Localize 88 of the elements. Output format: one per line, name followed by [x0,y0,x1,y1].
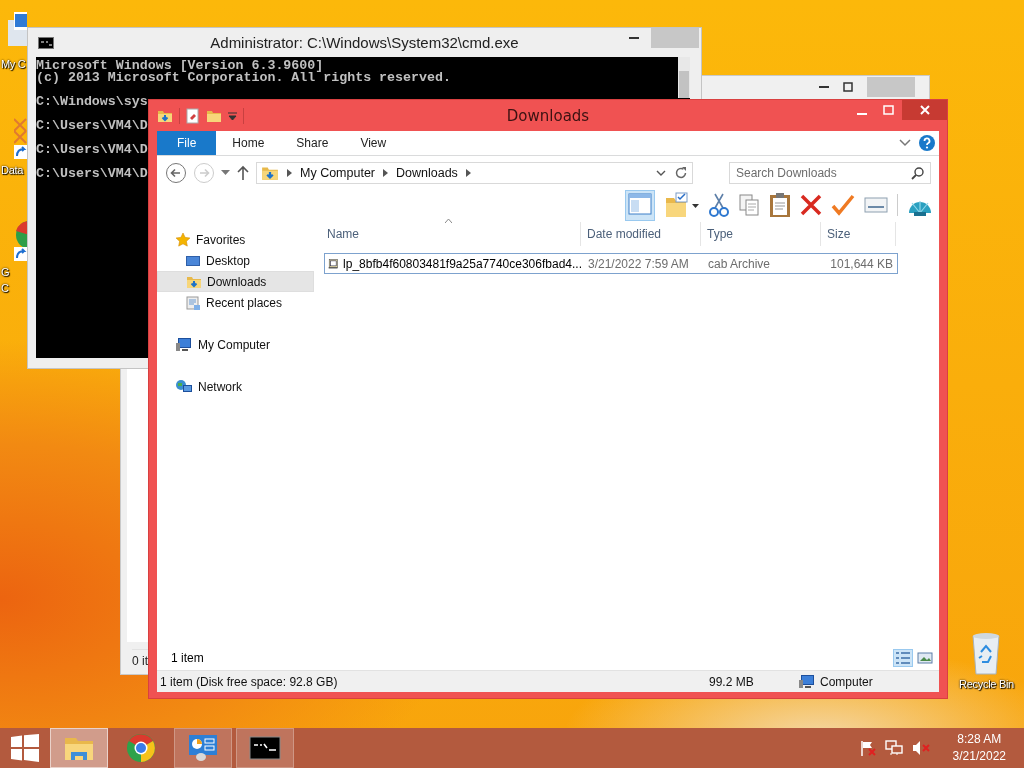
ribbon-tab[interactable]: View [344,131,403,155]
status-text: 99.2 MB [708,674,755,689]
nav-item[interactable]: Favorites [157,229,314,250]
maximize-icon [883,105,894,115]
console-line: C:\Users\VM4\D [36,142,148,157]
scrollbar[interactable] [678,57,690,98]
properties-icon [186,107,200,124]
window-title: Downloads [506,106,590,125]
chrome-icon [126,733,156,763]
desktop-icon-label: Recycle Bin [958,677,1014,692]
network-icon[interactable] [884,740,903,756]
ribbon-tab[interactable]: Share [280,131,345,155]
back-icon[interactable] [165,162,187,184]
status-text: Computer [820,674,873,689]
control-panel-icon [187,733,219,763]
minimize-icon [819,86,829,88]
file-name: lp_8bfb4f60803481f9a25a7740ce306fbad4... [343,256,582,271]
caret-icon[interactable] [221,170,230,176]
file-row[interactable]: lp_8bfb4f60803481f9a25a7740ce306fbad4... 3/21/2022 7:59 AM cab Archive 101,644 KB [324,253,898,274]
preview-pane-button[interactable] [625,189,655,221]
folder-check-icon[interactable] [664,192,700,218]
console-line: C:\Windows\sys [36,94,148,109]
chevron-down-icon[interactable] [899,139,911,147]
windows-logo-icon[interactable] [11,734,39,762]
desktop-icon-label: My C [0,57,26,72]
column-header[interactable]: Name [324,222,581,246]
desktop-icon-label: Data [0,163,24,178]
chevron-right-icon[interactable] [383,169,389,177]
clipboard-icon[interactable] [769,192,791,218]
help-icon[interactable] [919,135,935,151]
desktop-icon-label: G [0,265,10,280]
caret-icon[interactable] [228,111,237,120]
scissors-icon[interactable] [709,192,729,218]
speaker-muted-icon[interactable] [911,740,930,756]
maximize-icon [843,82,853,92]
minimize-icon [856,113,867,115]
computer-icon [175,336,193,353]
details-view-button[interactable] [893,649,913,667]
minimize-icon [629,37,639,39]
table-cell-text: 3/21/2022 7:59 AM [587,256,690,271]
console-line: C:\Users\VM4\D [36,118,148,133]
search-field[interactable]: Search Downloads [729,162,931,184]
computer-icon [798,673,816,690]
column-header[interactable]: Type [701,222,821,246]
ribbon-tab[interactable]: Home [216,131,281,155]
address-field[interactable]: My Computer Downloads [256,162,693,184]
command-prompt-icon [38,36,54,49]
taskbar-button[interactable] [174,728,232,768]
flag-icon[interactable] [859,740,876,756]
nav-item[interactable]: Network [157,376,314,397]
chevron-right-icon[interactable] [287,169,292,177]
refresh-icon[interactable] [674,166,688,180]
table-cell-text: 101,644 KB [829,256,894,271]
window-title: Administrator: C:\Windows\System32\cmd.exe [210,34,520,51]
card-icon[interactable] [864,196,888,214]
delete-icon[interactable] [800,194,822,216]
close-icon [919,105,930,115]
chevron-down-icon[interactable] [656,169,666,177]
nav-item[interactable]: Desktop [157,250,314,271]
console-line: C:\Users\VM4\D [36,166,148,181]
search-icon [911,166,924,180]
downloads-folder-icon [261,164,279,182]
item-count: 1 item [171,651,204,665]
nav-item[interactable]: My Computer [157,334,314,355]
column-header[interactable]: Size [821,222,896,246]
network-icon [175,378,193,395]
nav-item[interactable]: Recent places [157,292,314,313]
column-header[interactable]: Date modified [581,222,701,246]
up-arrow-icon[interactable] [236,165,250,181]
table-cell-text: cab Archive [707,256,772,271]
star-icon [175,231,191,248]
clock-date[interactable]: 3/21/2022 [952,748,1006,765]
console-line: Microsoft Windows [Version 6.3.9600] [36,58,324,73]
shortcut-icon [14,118,27,160]
recent-places-icon [185,294,201,311]
large-icons-view-button[interactable] [915,649,935,667]
checkmark-icon[interactable] [831,194,855,216]
status-text: 1 item (Disk free space: 92.8 GB) [159,674,339,689]
command-prompt-icon [249,736,281,760]
clock-time[interactable]: 8:28 AM [957,731,1002,748]
breadcrumb[interactable]: Downloads [396,166,458,180]
taskbar-button[interactable] [236,728,294,768]
file-menu-button[interactable]: File [157,131,217,155]
nav-item[interactable]: Downloads [157,271,314,292]
chevron-right-icon[interactable] [465,169,471,177]
breadcrumb[interactable]: My Computer [300,166,376,180]
recycle-bin-icon [969,630,1003,676]
desktop-icon-label: C [0,281,9,296]
